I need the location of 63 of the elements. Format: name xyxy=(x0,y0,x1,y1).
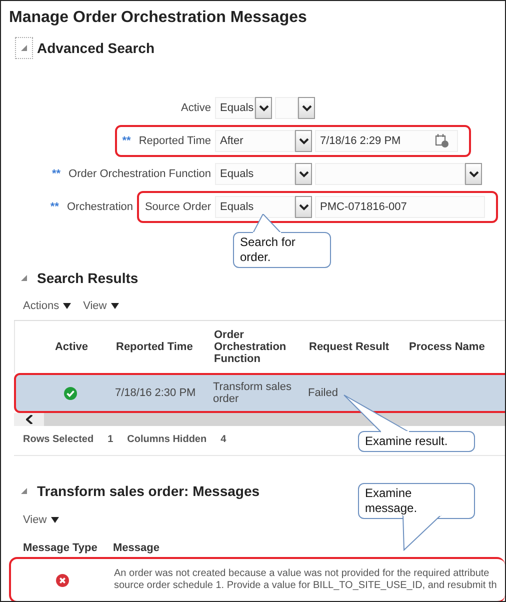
table-row[interactable]: 7/18/16 2:30 PM Transform sales order Failed xyxy=(14,373,505,413)
status-value: 1 xyxy=(108,434,114,447)
date-field[interactable]: 7/18/16 2:29 PM xyxy=(315,130,458,152)
dropdown-button[interactable] xyxy=(295,163,312,185)
dropdown-button[interactable] xyxy=(295,196,312,218)
expand-toggle[interactable] xyxy=(15,37,33,59)
section-title: Advanced Search xyxy=(37,40,154,56)
field-label: Source Order xyxy=(144,201,211,213)
field-label: Active xyxy=(181,102,211,114)
column-header[interactable]: Request Result xyxy=(307,341,407,353)
dropdown-button[interactable] xyxy=(298,97,315,119)
dropdown-icon xyxy=(110,303,119,309)
column-header[interactable]: Active xyxy=(29,341,114,353)
field-label: Order Orchestration Function xyxy=(68,168,211,180)
table-cell-text: 7/18/16 2:30 PM xyxy=(114,387,197,399)
table-cell-text: Transform sales order xyxy=(212,381,292,405)
status-value: 4 xyxy=(220,434,226,447)
caret-icon xyxy=(302,104,312,112)
callout-pointer xyxy=(253,214,283,234)
operator-select[interactable]: After xyxy=(215,130,295,152)
caret-icon xyxy=(468,170,478,178)
column-header[interactable]: Reported Time xyxy=(114,341,212,353)
message-text: An order was not created because a value was not provided for the required attribute xyxy=(114,568,490,580)
text-field[interactable]: PMC-071816-007 xyxy=(315,196,485,218)
operator-select[interactable]: Equals xyxy=(215,163,295,185)
required-mark: ** xyxy=(50,201,59,213)
scroll-left-button[interactable] xyxy=(14,413,44,426)
menu-button[interactable]: View xyxy=(83,300,119,312)
dropdown-icon xyxy=(63,303,72,309)
error-icon xyxy=(56,574,69,586)
callout: Examine result. xyxy=(358,431,475,452)
dropdown-button[interactable] xyxy=(465,163,482,185)
section-title: Transform sales order: Messages xyxy=(37,483,260,499)
caret-icon xyxy=(258,104,268,112)
status-label: Columns Hidden xyxy=(127,434,207,447)
required-mark: ** xyxy=(122,135,131,147)
field-label: Orchestration xyxy=(66,201,133,213)
table-cell-text: Failed xyxy=(307,387,339,399)
column-header[interactable]: Message xyxy=(113,542,505,554)
menu-button[interactable]: View xyxy=(23,514,59,526)
operator-select[interactable]: Equals xyxy=(215,196,295,218)
column-header[interactable]: Message Type xyxy=(23,542,113,554)
column-header[interactable]: Process Name xyxy=(407,341,505,353)
status-label: Rows Selected xyxy=(23,434,94,447)
column-header[interactable]: Order Orchestration Function xyxy=(212,329,307,365)
page-title: Manage Order Orchestration Messages xyxy=(8,8,308,28)
caret-icon xyxy=(298,170,308,178)
dropdown-icon xyxy=(50,517,59,523)
section-title: Search Results xyxy=(37,270,138,286)
message-text: source order schedule 1. Provide a value for BILL_TO_SITE_USE_ID, and resubmit th xyxy=(114,580,498,592)
callout-pointer xyxy=(341,393,411,433)
menu-button[interactable]: Actions xyxy=(23,300,72,312)
caret-icon xyxy=(298,138,308,144)
operator-select[interactable]: Equals xyxy=(215,97,255,119)
check-icon xyxy=(64,386,77,400)
chevron-left-icon xyxy=(26,415,32,424)
horizontal-scrollbar[interactable] xyxy=(14,413,505,426)
dropdown-button[interactable] xyxy=(295,130,312,152)
calendar-icon[interactable] xyxy=(435,134,449,148)
dropdown-button[interactable] xyxy=(255,97,272,119)
required-mark: ** xyxy=(52,168,61,180)
field-label: Reported Time xyxy=(138,135,211,147)
caret-icon xyxy=(298,204,308,210)
